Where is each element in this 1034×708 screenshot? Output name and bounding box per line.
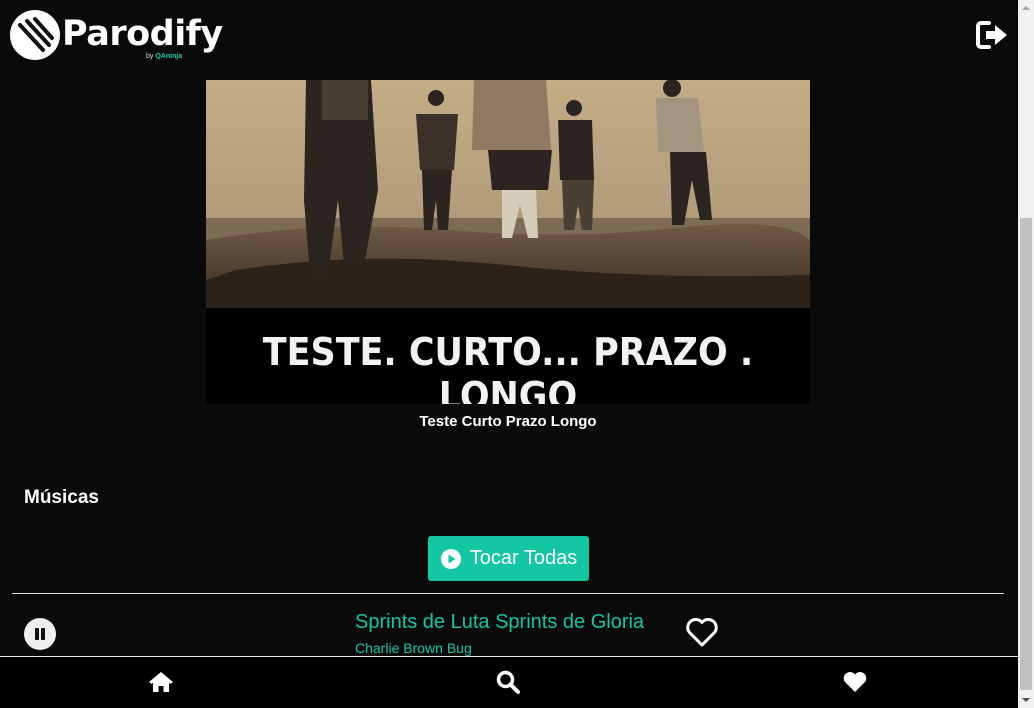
divider (12, 593, 1004, 594)
logo-subtitle: by QAninja (146, 52, 182, 62)
pause-button[interactable] (24, 618, 56, 650)
scroll-down-icon[interactable] (1018, 691, 1034, 708)
song-artist[interactable]: Charlie Brown Bug (355, 640, 472, 656)
play-circle-icon (440, 548, 461, 569)
song-row: Sprints de Luta Sprints de Gloria Charli… (12, 600, 1004, 656)
logo-sub-brand: QAninja (155, 53, 183, 60)
search-icon (496, 670, 520, 694)
nav-search[interactable] (495, 669, 521, 695)
album-cover-text: TESTE. CURTO... PRAZO . LONGO (262, 330, 754, 404)
pause-icon (35, 628, 45, 640)
album-photo (206, 80, 810, 308)
heart-outline-icon (686, 618, 718, 647)
home-icon (149, 672, 173, 692)
nav-home[interactable] (148, 669, 174, 695)
favorite-button[interactable] (684, 615, 720, 649)
bottom-nav (0, 656, 1018, 708)
scrollbar-thumb[interactable] (1020, 218, 1032, 690)
song-title[interactable]: Sprints de Luta Sprints de Gloria (355, 611, 644, 634)
play-all-button[interactable]: Tocar Todas (428, 536, 589, 581)
page-scrollbar[interactable] (1018, 0, 1034, 708)
logo-mark-icon (10, 10, 60, 60)
album-title: Teste Curto Prazo Longo (419, 413, 597, 430)
logo-sub-by: by (146, 53, 154, 60)
scroll-up-icon[interactable] (1018, 0, 1034, 17)
songs-section-title: Músicas (24, 487, 99, 508)
album-cover-band: TESTE. CURTO... PRAZO . LONGO (206, 308, 810, 404)
heart-icon (843, 672, 867, 692)
nav-favorites[interactable] (842, 669, 868, 695)
play-all-label: Tocar Todas (469, 547, 578, 569)
app-logo[interactable]: Parodify by QAninja (10, 10, 223, 66)
album-cover: TESTE. CURTO... PRAZO . LONGO (206, 80, 810, 404)
logo-text: Parodify (62, 14, 223, 54)
sign-out-icon[interactable] (976, 20, 1010, 50)
